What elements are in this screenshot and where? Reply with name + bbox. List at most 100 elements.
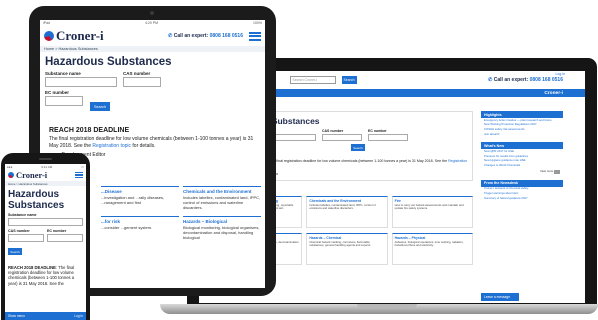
topic-card-title: ...Disease: [101, 189, 122, 194]
leave-message-button[interactable]: Leave a message: [481, 293, 519, 301]
topic-card-text: How to carry out hazard assessments and …: [394, 202, 464, 211]
topic-card[interactable]: ...Disease ...investigation and ...rally…: [101, 186, 179, 210]
brand-name: Croner-i: [56, 28, 104, 43]
sidebar-link[interactable]: Summary of hazard guidance 2017: [481, 196, 563, 201]
cas-number-label: CAS number: [322, 129, 344, 133]
login-link[interactable]: Log in: [555, 72, 565, 76]
reach-notice: REACH 2018 DEADLINE: The final registrat…: [8, 265, 75, 286]
site-search-button[interactable]: Search: [341, 76, 357, 84]
topic-card[interactable]: Chemicals and the Environment Includes l…: [183, 186, 261, 210]
sidebar-whats-new: What's New New QPR 2017 for HSE Pressure…: [481, 142, 563, 174]
search-button[interactable]: Search: [351, 144, 365, 151]
laptop-notch: [357, 304, 417, 308]
topic-card-title: Hazards – Physical: [394, 235, 426, 240]
camera-icon: [150, 11, 154, 15]
sidebar-heading: Highlights: [481, 111, 563, 118]
reach-title: REACH 2018 DEADLINE: [49, 127, 130, 134]
cas-number-group: CAS number: [8, 229, 44, 245]
substance-name-group: Substance name: [45, 71, 117, 87]
speaker-icon: [39, 158, 52, 160]
call-expert[interactable]: ✆ Call an expert: 0808 168 0516: [168, 33, 243, 39]
ec-number-input[interactable]: [47, 234, 83, 242]
topic-card-title: ...for risk: [101, 219, 121, 224]
phone-icon: ✆: [488, 77, 493, 83]
ec-number-label: EC number: [47, 229, 67, 233]
menu-icon[interactable]: [75, 171, 83, 179]
topic-card[interactable]: Hazards – Chemical Chemical hazard marki…: [306, 232, 388, 265]
substance-name-label: Substance name: [8, 213, 37, 217]
status-time: 9:41 AM: [41, 164, 53, 169]
sidebar-highlights: Highlights Emergency Action Guides — pla…: [481, 111, 563, 137]
cas-number-input[interactable]: [123, 77, 161, 87]
topic-card[interactable]: Hazards – Biological Biological monitori…: [183, 216, 261, 240]
site-search-input[interactable]: Search Croner-i: [289, 76, 336, 84]
site-header: Croner-i ✆ Call an expert: 0808 168 0516: [40, 26, 265, 46]
topic-card-text: Biological monitoring, biological organi…: [183, 225, 260, 240]
bottom-bar: Show menu Log in: [5, 312, 86, 320]
menu-icon[interactable]: [249, 31, 261, 41]
cas-number-label: CAS number: [8, 229, 30, 233]
topic-card-title: Hazards – Biological: [183, 219, 228, 224]
topic-card-text: ...investigation and ...rally diseases, …: [101, 195, 165, 205]
search-form: Substance name CAS number: [45, 71, 260, 87]
brand-logo[interactable]: Croner-i: [44, 28, 104, 44]
topic-card-text: Includes labelles, contaminated land, IP…: [309, 202, 376, 211]
show-menu-button[interactable]: Show menu: [8, 314, 25, 318]
number-fields: CAS number EC number: [8, 229, 83, 245]
substance-name-input[interactable]: [8, 218, 83, 226]
topic-card[interactable]: Chemicals and the Environment Includes l…: [306, 195, 388, 228]
topic-card-text: Chemical hazard marking, corrosives, fla…: [309, 239, 372, 248]
logo-mark-icon: [8, 172, 14, 178]
topic-card[interactable]: Fire How to carry out hazard assessments…: [391, 195, 473, 228]
topic-card-title: Fire: [394, 198, 401, 203]
ec-number-input[interactable]: [368, 134, 408, 141]
status-signal: ●●●: [7, 164, 13, 169]
topic-cards: ...Disease ...investigation and ...rally…: [101, 186, 261, 246]
topic-card-text: Asbestos, biological operations, lone wo…: [394, 239, 464, 248]
cas-number-input[interactable]: [8, 234, 44, 242]
ec-number-input[interactable]: [45, 96, 83, 106]
sidebar-newsdesk: From the Newsdesk Croner-i answers of ch…: [481, 179, 563, 201]
sidebar-link[interactable]: Join aboard!: [481, 132, 563, 137]
battery-icon: ▭: [81, 164, 84, 169]
ec-number-group: EC number: [47, 229, 83, 245]
topic-card[interactable]: ...for risk ...consider ...gement system…: [101, 216, 179, 240]
topic-card-text: ...consider ...gement system.: [101, 225, 153, 230]
call-number: 0808 168 0516: [209, 33, 243, 39]
topic-card-title: Hazards – Chemical: [309, 235, 342, 240]
ec-number-label: EC number: [45, 90, 70, 95]
call-expert[interactable]: ✆ Call an expert: 0808 168 0516: [488, 77, 563, 83]
search-button[interactable]: Search: [90, 102, 110, 111]
ec-number-group: EC number: [45, 90, 83, 106]
page-title: Hazardous Substances: [8, 189, 65, 211]
substance-name-label: Substance name: [45, 71, 81, 76]
topics-row: ...for risk ...consider ...gement system…: [101, 216, 261, 240]
main-content: Hazardous Substances Substance name CAS …: [40, 52, 265, 162]
cas-number-group: CAS number: [322, 129, 362, 141]
brand-logo[interactable]: Croner-i: [8, 170, 47, 180]
registration-topic-link[interactable]: Registration topic: [92, 143, 131, 149]
logo-mark-icon: [44, 31, 54, 41]
search-button[interactable]: Search: [8, 248, 22, 255]
topic-card-text: Includes labelles, contaminated land, IP…: [183, 195, 261, 210]
call-label: Call an expert:: [173, 33, 209, 39]
call-label: Call an expert:: [493, 77, 529, 83]
cas-number-group: CAS number: [123, 71, 161, 87]
main-content: Hazardous Substances Substance name CAS …: [5, 186, 86, 289]
reach-body: The final registration deadline for low …: [269, 159, 448, 163]
status-time: 4:20 PM: [145, 21, 159, 25]
substance-name-input[interactable]: [45, 77, 117, 87]
reach-body-end: for details.: [132, 142, 156, 149]
topic-card[interactable]: Hazards – Physical Asbestos, biological …: [391, 232, 473, 265]
ec-number-group: EC number: [368, 129, 408, 141]
site-header: Croner-i: [5, 169, 86, 181]
page-title: Hazardous Substances: [45, 56, 172, 68]
view-more[interactable]: View more: [481, 168, 563, 174]
topic-card-title: Chemicals and the Environment: [309, 198, 361, 203]
view-more-label: View more: [540, 169, 554, 174]
cas-number-label: CAS number: [123, 71, 151, 76]
login-link[interactable]: Log in: [74, 314, 83, 318]
carrier: iPad: [43, 21, 51, 25]
sidebar: Highlights Emergency Action Guides — pla…: [481, 111, 563, 206]
cas-number-input[interactable]: [322, 134, 362, 141]
